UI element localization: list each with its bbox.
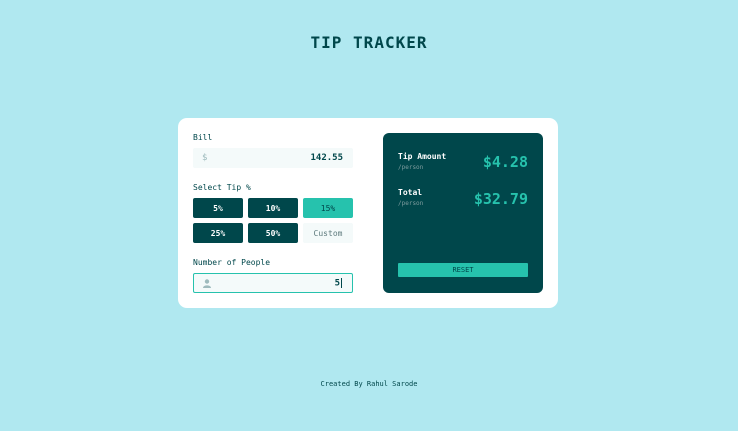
person-icon [203,279,211,288]
total-label: Total [398,188,423,197]
result-panel: Tip Amount /person $4.28 Total /person $… [383,133,543,293]
tip-amount-label: Tip Amount [398,152,447,161]
footer-credit: Created By Rahul Sarode [320,380,418,388]
total-per-person: /person [398,200,424,207]
people-input[interactable]: 5 [193,273,353,293]
total-value: $32.79 [473,190,528,208]
bill-label: Bill [193,133,213,142]
select-tip-label: Select Tip % [193,183,251,192]
people-label: Number of People [193,258,271,267]
tip-button-50[interactable]: 50% [248,223,298,243]
text-caret [341,277,342,288]
reset-button[interactable]: RESET [398,263,528,277]
app-title: TIP TRACKER [310,33,428,52]
tip-button-10[interactable]: 10% [248,198,298,218]
tip-button-15[interactable]: 15% [303,198,353,218]
tip-button-25[interactable]: 25% [193,223,243,243]
tip-amount-per-person: /person [398,164,424,171]
tip-amount-value: $4.28 [482,153,528,171]
custom-tip-input[interactable]: Custom [303,223,353,243]
people-value: 5 [334,277,342,289]
tip-button-5[interactable]: 5% [193,198,243,218]
calculator-card: Bill $ 142.55 Select Tip % 5% 10% 15% 25… [178,118,558,308]
bill-input[interactable]: $ 142.55 [193,148,353,168]
dollar-icon: $ [202,153,208,163]
bill-value: 142.55 [310,153,343,163]
